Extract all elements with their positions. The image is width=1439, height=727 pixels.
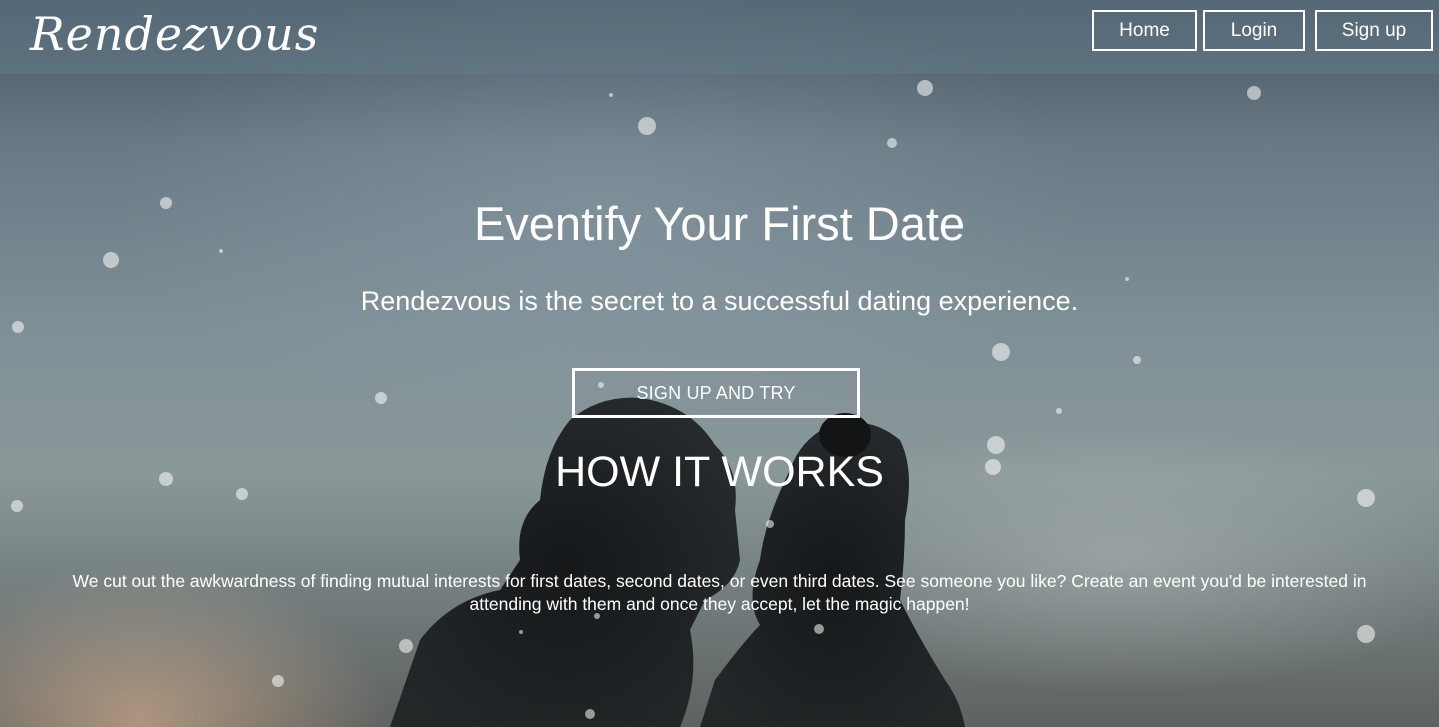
brand-logo[interactable]: Rendezvous — [30, 2, 319, 66]
particles-overlay — [11, 80, 1375, 719]
navbar: Rendezvous Home Login Sign up — [0, 0, 1439, 74]
nav-login-button[interactable]: Login — [1203, 10, 1305, 51]
landing-page: Rendezvous Home Login Sign up Eventify Y… — [0, 0, 1439, 727]
how-it-works-description: We cut out the awkwardness of finding mu… — [72, 571, 1367, 614]
nav-signup-button[interactable]: Sign up — [1315, 10, 1433, 51]
how-it-works-heading: HOW IT WORKS — [555, 448, 884, 496]
hero-title: Eventify Your First Date — [473, 197, 966, 250]
signup-and-try-button[interactable]: SIGN UP AND TRY — [572, 368, 860, 418]
nav-home-button[interactable]: Home — [1092, 10, 1197, 51]
hero-subtitle: Rendezvous is the secret to a successful… — [360, 286, 1079, 316]
